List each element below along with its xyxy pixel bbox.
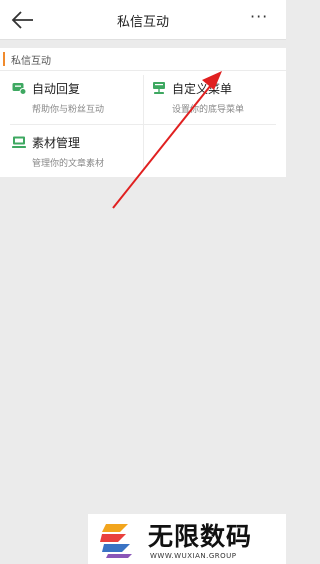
material-manage-icon bbox=[12, 136, 26, 148]
top-bar: 私信互动 ··· bbox=[0, 0, 286, 40]
item-material-manage[interactable]: 素材管理 管理你的文章素材 bbox=[12, 125, 140, 175]
page-title: 私信互动 bbox=[116, 15, 169, 30]
item-auto-reply[interactable]: 自动回复 帮助你与粉丝互动 bbox=[12, 71, 140, 121]
feature-grid: 自动回复 帮助你与粉丝互动 自定义菜单 设置你的底导菜单 素材管理 管理你的文章… bbox=[0, 71, 286, 177]
grid-divider-vertical bbox=[143, 75, 144, 171]
section-header: 私信互动 bbox=[0, 48, 286, 70]
custom-menu-icon bbox=[153, 82, 165, 94]
item-name: 自定义菜单 bbox=[172, 82, 233, 96]
item-name: 自动回复 bbox=[32, 82, 81, 96]
item-name: 素材管理 bbox=[32, 136, 81, 150]
auto-reply-icon bbox=[12, 83, 26, 95]
more-dots-icon[interactable]: ··· bbox=[250, 9, 274, 27]
item-desc: 设置你的底导菜单 bbox=[172, 105, 245, 115]
section-label: 私信互动 bbox=[11, 56, 51, 67]
item-desc: 帮助你与粉丝互动 bbox=[32, 105, 105, 115]
brand-logo-icon bbox=[100, 524, 132, 558]
watermark-banner: 无限数码 WWW.WUXIAN.GROUP bbox=[88, 514, 286, 564]
brand-name: 无限数码 bbox=[148, 522, 253, 551]
item-desc: 管理你的文章素材 bbox=[32, 159, 105, 169]
item-custom-menu[interactable]: 自定义菜单 设置你的底导菜单 bbox=[152, 71, 280, 121]
brand-url: WWW.WUXIAN.GROUP bbox=[150, 552, 237, 560]
section-accent-bar bbox=[3, 52, 5, 66]
